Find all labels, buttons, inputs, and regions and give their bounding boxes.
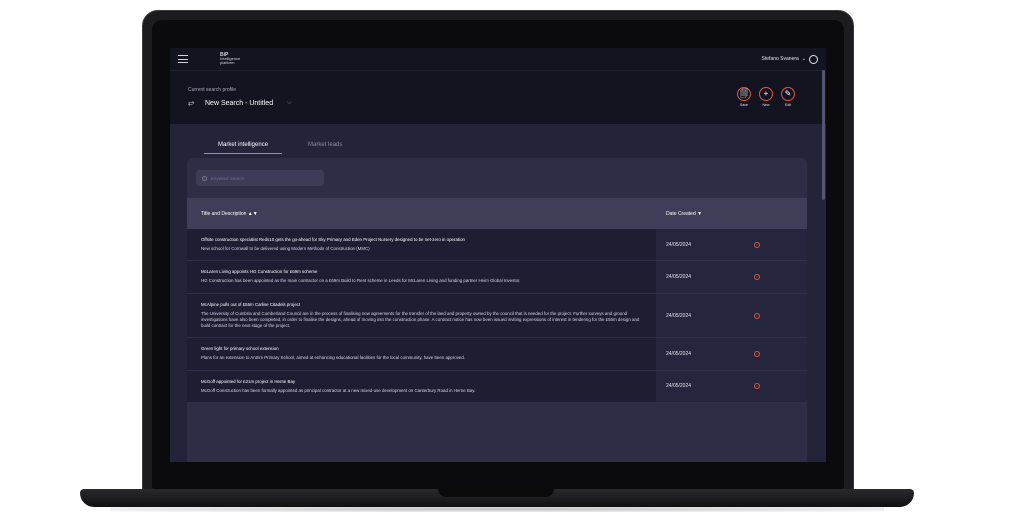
- chevron-down-icon: ⌄: [801, 56, 806, 62]
- row-description: McGoff Construction has been formally ap…: [201, 387, 476, 393]
- save-button[interactable]: 🗐 Save: [736, 87, 752, 107]
- share-icon[interactable]: <: [754, 241, 760, 248]
- column-header-title[interactable]: Title and Description ▲▼: [201, 211, 258, 217]
- row-date-cell: 24/05/2024 <: [656, 370, 807, 403]
- profile-label: Current search profile: [188, 87, 237, 93]
- save-icon: 🗐: [737, 87, 751, 101]
- row-content: Green light for primary school extension…: [187, 338, 656, 369]
- table-header: Title and Description ▲▼ Date Created ▼: [187, 198, 807, 229]
- column-header-date[interactable]: Date Created ▼: [666, 211, 702, 217]
- plus-icon: +: [759, 87, 773, 101]
- table-row[interactable]: Offsite construction specialist Reds10 g…: [187, 229, 807, 262]
- keyword-search[interactable]: [196, 170, 324, 186]
- table-row[interactable]: McAlpine pulls out of £55m Carlise Citad…: [187, 293, 807, 339]
- row-date-cell: 24/05/2024 <: [656, 229, 807, 261]
- profile-selector[interactable]: ⥂ New Search - Untitled ⌵: [188, 98, 292, 108]
- row-date: 24/05/2024: [666, 351, 692, 358]
- share-icon[interactable]: <: [754, 383, 760, 390]
- laptop-mockup: BiP Intelligence platform Stefano Svaner…: [0, 0, 1024, 528]
- search-input[interactable]: [211, 175, 311, 181]
- share-icon[interactable]: <: [754, 273, 760, 280]
- tab-market-intelligence[interactable]: Market intelligence: [204, 142, 283, 154]
- results-panel: Title and Description ▲▼ Date Created ▼ …: [187, 158, 807, 462]
- row-date: 24/05/2024: [666, 273, 692, 280]
- row-content: Offsite construction specialist Reds10 g…: [187, 229, 656, 260]
- avatar-icon[interactable]: [809, 54, 818, 64]
- save-label: Save: [740, 103, 748, 107]
- hamburger-menu-icon[interactable]: [178, 55, 188, 63]
- vertical-scrollbar[interactable]: [822, 70, 825, 200]
- table-row[interactable]: McLaren Living appoints HG Construction …: [187, 261, 807, 294]
- row-date-cell: 24/05/2024 <: [656, 338, 807, 370]
- table-row[interactable]: McGoff appointed for £21m project in Her…: [187, 370, 807, 404]
- row-title[interactable]: McGoff appointed for £21m project in Her…: [201, 379, 646, 385]
- share-icon[interactable]: <: [754, 312, 760, 319]
- profile-actions: 🗐 Save + New ✎ Edit: [736, 87, 796, 107]
- row-date: 24/05/2024: [666, 241, 692, 248]
- tab-market-leads[interactable]: Market leads: [308, 142, 342, 154]
- row-content: McGoff appointed for £21m project in Her…: [187, 371, 656, 402]
- brand-logo[interactable]: BiP Intelligence platform: [220, 53, 240, 65]
- row-description: New school for Cornwall to be delivered …: [201, 246, 370, 251]
- search-profile-bar: Current search profile ⥂ New Search - Un…: [170, 70, 826, 124]
- chevron-down-icon: ⌵: [287, 99, 292, 106]
- logo-sub-text-2: platform: [220, 60, 235, 65]
- row-title[interactable]: McAlpine pulls out of £55m Carlise Citad…: [201, 302, 646, 308]
- row-description: Plans for an extension to Antrim Primary…: [201, 355, 465, 361]
- row-date: 24/05/2024: [666, 383, 692, 390]
- magnet-icon: ⥂: [188, 98, 195, 107]
- row-date: 24/05/2024: [666, 312, 692, 319]
- user-menu[interactable]: Stefano Svanera ⌄: [761, 54, 818, 64]
- laptop-shadow: [110, 506, 884, 512]
- edit-button[interactable]: ✎ Edit: [780, 87, 796, 107]
- laptop-notch: [438, 489, 554, 497]
- user-name: Stefano Svanera: [761, 56, 799, 62]
- table-row[interactable]: Green light for primary school extension…: [187, 338, 807, 371]
- tab-bar: Market intelligence Market leads: [204, 142, 342, 154]
- share-icon[interactable]: <: [754, 351, 760, 358]
- row-description: The University of Cumbria and Cumberland…: [201, 310, 640, 329]
- top-navigation-bar: BiP Intelligence platform Stefano Svaner…: [170, 48, 826, 70]
- new-label: New: [762, 103, 770, 107]
- profile-name: New Search - Untitled: [205, 99, 274, 107]
- row-content: McAlpine pulls out of £55m Carlise Citad…: [187, 294, 656, 338]
- pencil-icon: ✎: [781, 87, 795, 101]
- search-icon: [202, 175, 207, 181]
- row-description: HG Construction has been appointed as th…: [201, 278, 521, 284]
- row-date-cell: 24/05/2024 <: [656, 261, 807, 293]
- results-table-body: Offsite construction specialist Reds10 g…: [187, 229, 807, 404]
- app-screen: BiP Intelligence platform Stefano Svaner…: [170, 48, 826, 462]
- row-date-cell: 24/05/2024 <: [656, 293, 807, 338]
- row-content: McLaren Living appoints HG Construction …: [187, 261, 656, 292]
- row-title[interactable]: Offsite construction specialist Reds10 g…: [201, 237, 646, 243]
- new-button[interactable]: + New: [758, 87, 774, 107]
- row-title[interactable]: McLaren Living appoints HG Construction …: [201, 269, 646, 275]
- row-title[interactable]: Green light for primary school extension: [201, 346, 646, 352]
- edit-label: Edit: [784, 103, 792, 107]
